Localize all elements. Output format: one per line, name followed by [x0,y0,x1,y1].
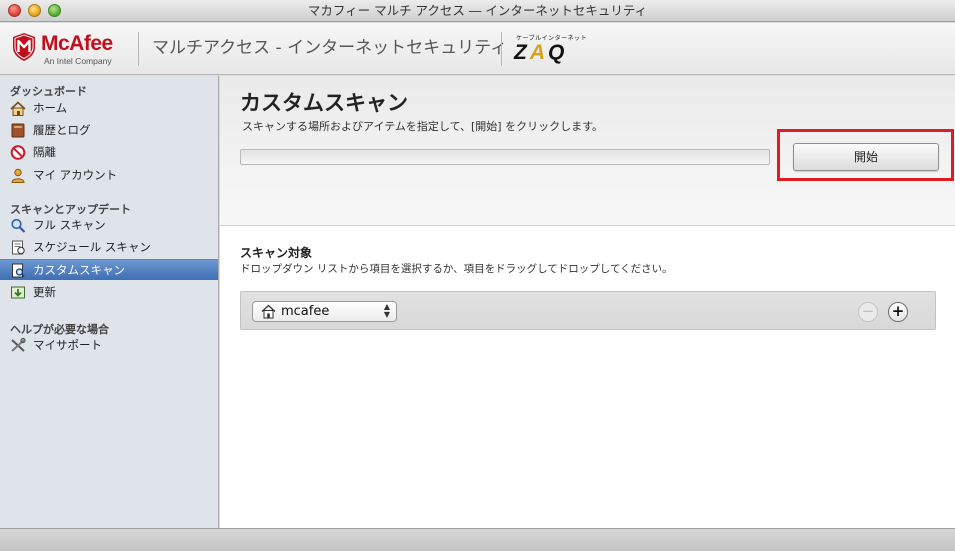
scan-target-select[interactable]: mcafee ▲ ▼ [252,301,397,322]
brand-name: McAfee [41,32,113,55]
sidebar: ダッシュボード ホーム 履歴とログ 隔離 マイ アカウント スキャンとアップデー… [0,76,219,528]
sidebar-item-full-scan[interactable]: フル スキャン [0,215,218,236]
sidebar-item-custom-scan[interactable]: カスタムスキャン [0,259,218,280]
sidebar-item-my-account[interactable]: マイ アカウント [0,165,218,186]
remove-target-button[interactable]: − [858,302,878,322]
scan-target-list: mcafee ▲ ▼ − + [240,291,936,330]
sidebar-item-label: フル スキャン [33,218,106,232]
user-icon [11,168,25,183]
home-icon [10,101,26,116]
highlight-annotation [777,129,954,181]
zaq-logo: ZAQ [514,41,568,64]
sidebar-section-dashboard: ダッシュボード [10,85,87,98]
update-icon [11,286,25,299]
scan-target-value: mcafee [281,304,330,319]
sidebar-item-label: 更新 [33,285,56,299]
schedule-document-icon [12,240,25,255]
scan-target-description: ドロップダウン リストから項目を選択するか、項目をドラッグしてドロップしてくださ… [240,263,673,275]
tools-icon [11,338,26,352]
book-icon [11,123,25,138]
window-title: マカフィー マルチ アクセス ― インターネットセキュリティ [307,3,648,18]
scan-target-title: スキャン対象 [240,246,313,260]
title-bar: マカフィー マルチ アクセス ― インターネットセキュリティ [0,0,955,22]
bottom-bar [0,528,955,551]
app-title: マルチアクセス - インターネットセキュリティ [152,38,508,58]
sidebar-item-schedule-scan[interactable]: スケジュール スキャン [0,237,218,258]
mcafee-shield-icon [13,33,35,61]
sidebar-item-label: ホーム [33,101,68,115]
sidebar-item-history-log[interactable]: 履歴とログ [0,120,218,141]
magnifier-icon [11,218,26,233]
sidebar-item-quarantine[interactable]: 隔離 [0,142,218,163]
header-divider [138,32,139,66]
home-folder-icon [261,304,276,319]
page-title: カスタムスキャン [240,91,408,115]
sidebar-item-update[interactable]: 更新 [0,282,218,303]
page-description: スキャンする場所およびアイテムを指定して、[開始] をクリックします。 [242,120,603,133]
close-window-button[interactable] [8,4,21,17]
sidebar-item-label: スケジュール スキャン [33,240,151,254]
sidebar-item-home[interactable]: ホーム [0,98,218,119]
add-target-button[interactable]: + [888,302,908,322]
app-header: McAfee An Intel Company マルチアクセス - インターネッ… [0,23,955,75]
scan-control-panel: カスタムスキャン スキャンする場所およびアイテムを指定して、[開始] をクリック… [220,76,955,226]
brand-subtitle: An Intel Company [44,56,112,66]
header-divider [501,32,502,66]
sidebar-item-my-support[interactable]: マイサポート [0,335,218,356]
sidebar-item-label: マイ アカウント [33,168,118,182]
scan-progress-bar [240,149,770,165]
zoom-window-button[interactable] [48,4,61,17]
prohibited-icon [10,145,26,160]
select-arrows-icon: ▲ ▼ [383,302,390,319]
sidebar-item-label: 履歴とログ [33,123,91,137]
sidebar-item-label: 隔離 [33,145,56,159]
minimize-window-button[interactable] [28,4,41,17]
custom-scan-icon [12,263,25,278]
sidebar-item-label: マイサポート [33,338,102,352]
main-content: カスタムスキャン スキャンする場所およびアイテムを指定して、[開始] をクリック… [220,76,955,528]
sidebar-item-label: カスタムスキャン [33,263,125,277]
